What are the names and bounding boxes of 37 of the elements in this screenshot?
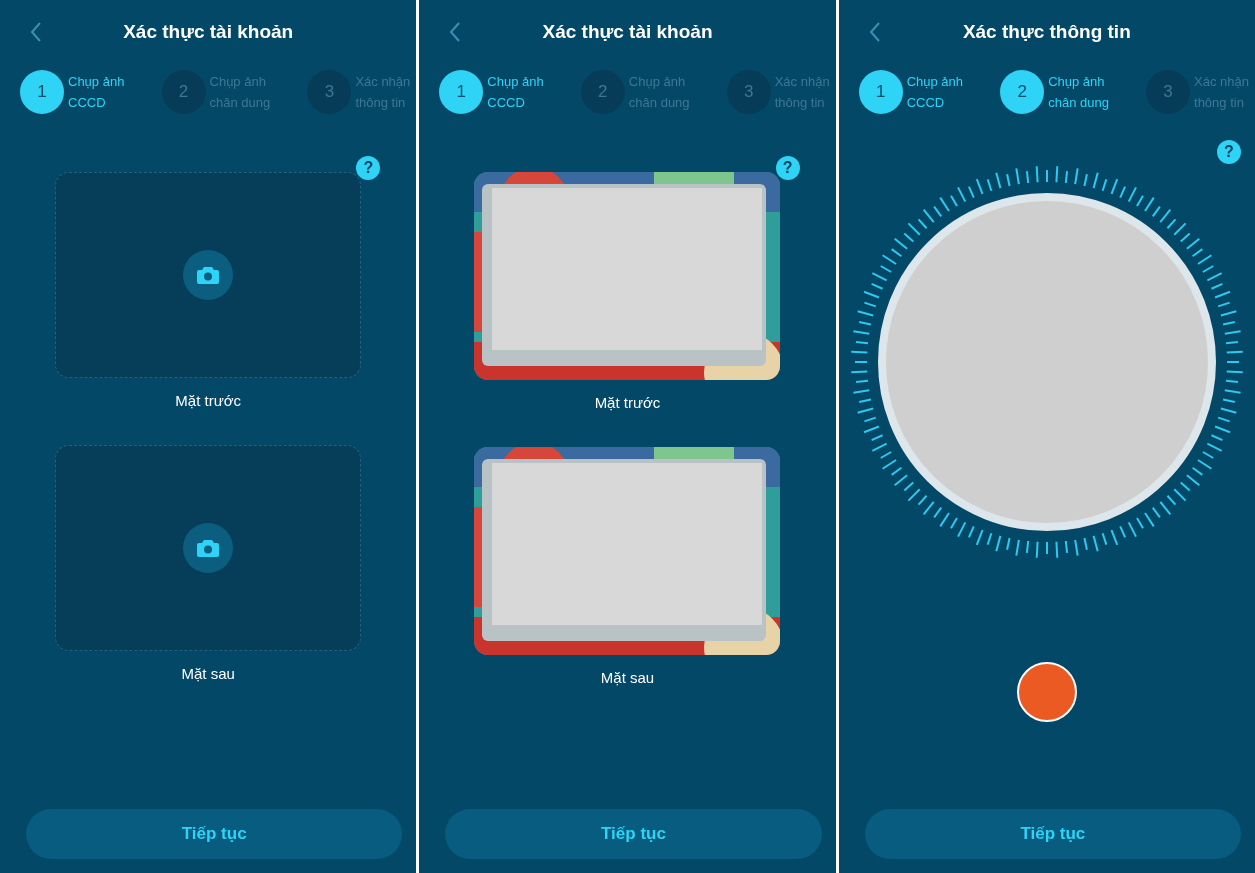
camera-button[interactable] bbox=[183, 250, 234, 300]
step-number: 2 bbox=[1000, 70, 1045, 114]
camera-button[interactable] bbox=[183, 523, 234, 573]
step-number: 1 bbox=[20, 70, 64, 114]
help-icon[interactable]: ? bbox=[356, 156, 381, 180]
step-label: Chụp ảnh chân dung bbox=[1048, 73, 1109, 112]
continue-button[interactable]: Tiếp tục bbox=[445, 809, 822, 859]
back-icon[interactable] bbox=[30, 22, 42, 42]
step-number: 2 bbox=[580, 70, 625, 114]
screen-title: Xác thực thông tin bbox=[962, 21, 1131, 43]
step-number: 1 bbox=[439, 70, 484, 114]
side-label: Mặt sau bbox=[181, 665, 235, 682]
step-label: Chụp ảnh CCCD bbox=[906, 73, 964, 112]
back-icon[interactable] bbox=[868, 22, 881, 42]
step-number: 3 bbox=[1146, 70, 1191, 114]
help-icon[interactable]: ? bbox=[1217, 140, 1241, 164]
side-label: Mặt trước bbox=[594, 394, 661, 411]
step-label: Chụp ảnh chân dung bbox=[628, 73, 690, 112]
back-icon[interactable] bbox=[449, 22, 462, 42]
step-number: 1 bbox=[858, 70, 903, 114]
screen-title: Xác thực tài khoản bbox=[123, 21, 294, 43]
step-label: Xác nhận thông tin bbox=[355, 73, 411, 112]
step-number: 3 bbox=[307, 70, 352, 114]
side-label: Mặt sau bbox=[600, 669, 655, 686]
step-number: 3 bbox=[726, 70, 771, 114]
step-label: Chụp ảnh CCCD bbox=[487, 73, 544, 112]
screen-title: Xác thực tài khoản bbox=[542, 21, 713, 43]
step-label: Chụp ảnh chân dung bbox=[209, 73, 271, 112]
continue-button[interactable]: Tiếp tục bbox=[864, 809, 1241, 859]
step-number: 2 bbox=[161, 70, 206, 114]
step-label: Chụp ảnh CCCD bbox=[68, 73, 125, 112]
continue-button[interactable]: Tiếp tục bbox=[26, 809, 403, 859]
step-label: Xác nhận thông tin bbox=[1194, 73, 1249, 112]
camera-icon bbox=[197, 539, 220, 557]
camera-icon bbox=[197, 266, 220, 284]
side-label: Mặt trước bbox=[175, 392, 241, 409]
help-icon[interactable]: ? bbox=[775, 156, 800, 180]
